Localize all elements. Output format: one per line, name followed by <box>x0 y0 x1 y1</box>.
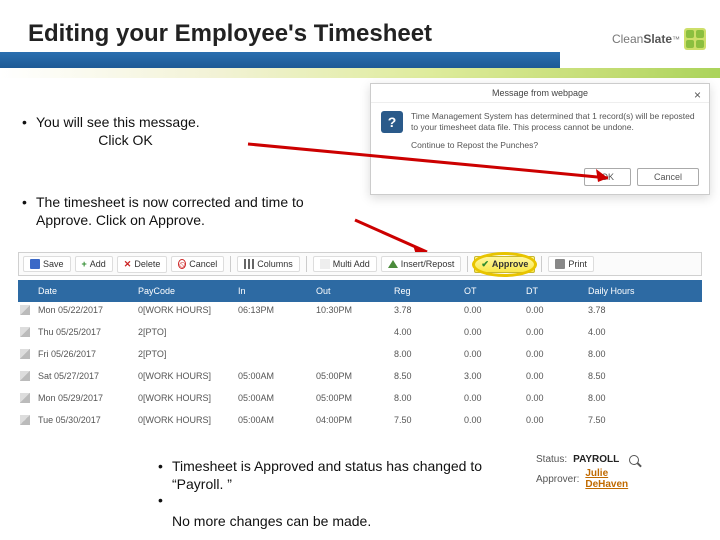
insert-button[interactable]: Insert/Repost <box>381 256 462 272</box>
table-row[interactable]: Fri 05/26/20172[PTO]8.000.000.008.00 <box>18 346 702 368</box>
row-handle[interactable] <box>20 349 30 359</box>
save-button[interactable]: Save <box>23 256 71 272</box>
table-row[interactable]: Mon 05/22/20170[WORK HOURS]06:13PM10:30P… <box>18 302 702 324</box>
approver-name[interactable]: JulieDeHaven <box>585 468 628 490</box>
table-row[interactable]: Mon 05/29/20170[WORK HOURS]05:00AM05:00P… <box>18 390 702 412</box>
brand-logo: CleanSlate™ <box>612 28 706 50</box>
save-icon <box>30 259 40 269</box>
table-row[interactable]: Thu 05/25/20172[PTO]4.000.000.004.00 <box>18 324 702 346</box>
row-handle[interactable] <box>20 327 30 337</box>
plus-icon: + <box>82 259 87 269</box>
header-gradient-strip <box>0 68 720 78</box>
table-row[interactable]: Tue 05/30/20170[WORK HOURS]05:00AM04:00P… <box>18 412 702 434</box>
page-title: Editing your Employee's Timesheet <box>28 20 432 48</box>
brand-icon <box>684 28 706 50</box>
cancel-icon: ⦸ <box>178 259 186 269</box>
columns-icon <box>244 259 254 269</box>
question-icon: ? <box>381 111 403 133</box>
close-icon[interactable]: × <box>694 88 701 102</box>
cancel-button[interactable]: Cancel <box>637 168 699 186</box>
status-panel: Status: PAYROLL Approver: JulieDeHaven <box>536 454 700 493</box>
row-handle[interactable] <box>20 393 30 403</box>
table-row[interactable]: Sat 05/27/20170[WORK HOURS]05:00AM05:00P… <box>18 368 702 390</box>
multiadd-icon <box>320 259 330 269</box>
timesheet-toolbar: Save +Add ✕Delete ⦸Cancel Columns Multi … <box>18 252 702 276</box>
timesheet-table: Date PayCode In Out Reg OT DT Daily Hour… <box>18 280 702 434</box>
message-dialog: Message from webpage × ? Time Management… <box>370 83 710 195</box>
dialog-title: Message from webpage <box>371 84 709 103</box>
bullet-3: •Timesheet is Approved and status has ch… <box>158 458 498 530</box>
dialog-text: Time Management System has determined th… <box>411 111 699 151</box>
approve-button[interactable]: ✔Approve <box>474 256 535 273</box>
insert-icon <box>388 260 398 268</box>
print-button[interactable]: Print <box>548 256 594 272</box>
print-icon <box>555 259 565 269</box>
add-button[interactable]: +Add <box>75 256 113 272</box>
ok-button[interactable]: OK <box>584 168 631 186</box>
bullet-2: • The timesheet is now corrected and tim… <box>22 194 362 229</box>
magnifier-icon[interactable] <box>629 455 639 465</box>
multiadd-button[interactable]: Multi Add <box>313 256 377 272</box>
columns-button[interactable]: Columns <box>237 256 300 272</box>
row-handle[interactable] <box>20 415 30 425</box>
delete-button[interactable]: ✕Delete <box>117 256 168 273</box>
check-icon: ✔ <box>481 259 489 270</box>
cancel-button-tb[interactable]: ⦸Cancel <box>171 256 224 272</box>
x-icon: ✕ <box>124 259 132 270</box>
bullet-1: • You will see this message. Click OK <box>22 114 352 149</box>
table-header: Date PayCode In Out Reg OT DT Daily Hour… <box>18 280 702 302</box>
row-handle[interactable] <box>20 305 30 315</box>
row-handle[interactable] <box>20 371 30 381</box>
header-blue-bar <box>0 52 560 68</box>
